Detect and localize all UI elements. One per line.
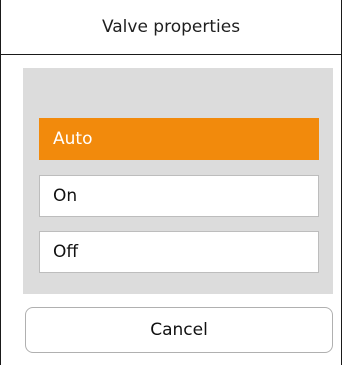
cancel-button[interactable]: Cancel <box>25 307 333 353</box>
mode-options-panel: Auto On Off <box>23 68 333 294</box>
option-off[interactable]: Off <box>39 231 319 273</box>
option-on[interactable]: On <box>39 175 319 217</box>
dialog-title: Valve properties <box>1 0 341 55</box>
valve-properties-dialog: Valve properties Auto On Off Cancel <box>0 0 342 365</box>
option-auto[interactable]: Auto <box>39 118 319 160</box>
